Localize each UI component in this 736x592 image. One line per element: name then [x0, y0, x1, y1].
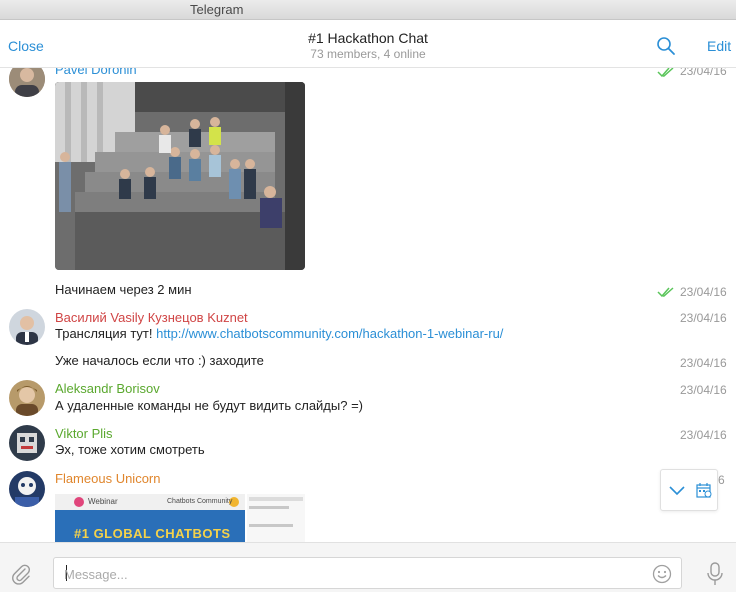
message-time: 23/04/16: [680, 68, 727, 78]
emoji-icon[interactable]: [652, 564, 672, 584]
read-check-icon: [657, 287, 674, 298]
message-author[interactable]: Pavel Doronin: [55, 68, 137, 77]
message-composer: [0, 542, 736, 592]
chat-header: Close #1 Hackathon Chat 73 members, 4 on…: [0, 20, 736, 68]
calendar-icon[interactable]: [696, 482, 712, 498]
scroll-widget: [660, 469, 718, 511]
read-check-icon: [657, 68, 674, 78]
message-time: 23/04/16: [680, 383, 727, 397]
message-text: А удаленные команды не будут видить слай…: [55, 398, 364, 413]
message-link[interactable]: http://www.chatbotscommunity.com/hackath…: [156, 326, 503, 341]
avatar[interactable]: [9, 425, 45, 461]
message-text: Трансляция тут! http://www.chatbotscommu…: [55, 326, 503, 341]
microphone-icon[interactable]: [706, 562, 724, 586]
message-input[interactable]: [64, 564, 624, 584]
message-time: 23/04/16: [680, 356, 727, 370]
edit-button[interactable]: Edit: [707, 38, 731, 54]
message-time: 23/04/16: [680, 311, 727, 325]
message-text-prefix: Трансляция тут!: [55, 326, 157, 341]
window-title: Telegram: [190, 2, 244, 17]
message-time: 23/04/16: [680, 428, 727, 442]
chevron-down-icon[interactable]: [669, 485, 685, 497]
photo-attachment[interactable]: [55, 82, 305, 270]
screenshot-label-webinar: Webinar: [88, 497, 118, 506]
message-text: Уже началось если что :) заходите: [55, 353, 264, 368]
avatar[interactable]: [9, 380, 45, 416]
screenshot-banner-text: #1 GLOBAL CHATBOTS: [74, 526, 231, 541]
message-author[interactable]: Flameous Unicorn: [55, 471, 161, 486]
screenshot-attachment[interactable]: Webinar Chatbots Community #1 GLOBAL CHA…: [55, 494, 305, 542]
message-text: Эх, тоже хотим смотреть: [55, 442, 205, 457]
paperclip-icon[interactable]: [10, 563, 32, 585]
avatar[interactable]: [9, 471, 45, 507]
avatar[interactable]: [9, 68, 45, 97]
message-author[interactable]: Василий Vasily Кузнецов Kuznet: [55, 310, 248, 325]
message-text: Начинаем через 2 мин: [55, 282, 192, 297]
message-author[interactable]: Viktor Plis: [55, 426, 113, 441]
window-titlebar: Telegram: [0, 0, 736, 20]
chat-subtitle: 73 members, 4 online: [310, 47, 426, 61]
message-time: 6: [718, 473, 725, 487]
message-time: 23/04/16: [680, 285, 727, 299]
avatar[interactable]: [9, 309, 45, 345]
message-feed[interactable]: Pavel Doronin 23/04/16 Начинаем через 2 …: [0, 68, 736, 542]
message-input-box[interactable]: [53, 557, 682, 589]
message-author[interactable]: Aleksandr Borisov: [55, 381, 160, 396]
search-icon[interactable]: [656, 36, 676, 56]
chat-title: #1 Hackathon Chat: [308, 30, 428, 46]
screenshot-label-community: Chatbots Community: [167, 498, 233, 505]
